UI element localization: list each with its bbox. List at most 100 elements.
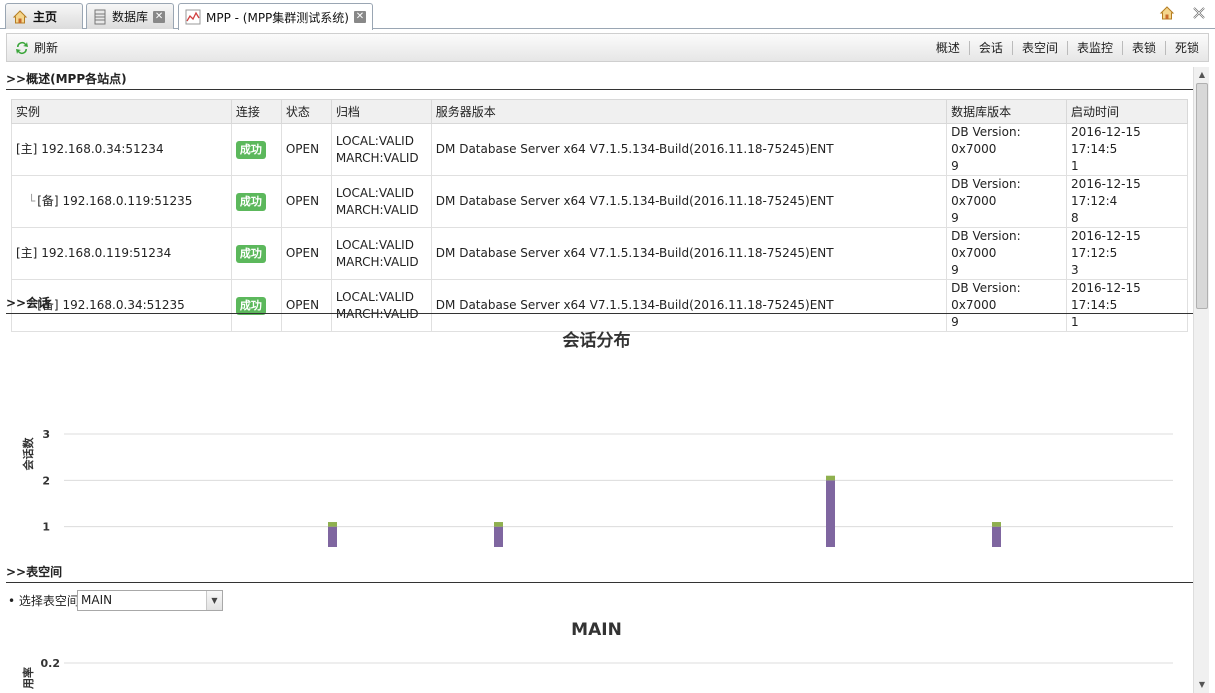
role-label: [主] [16,142,38,156]
nav-session[interactable]: 会话 [968,40,1012,55]
db-version-line2: 9 [951,263,959,277]
scroll-up-icon[interactable]: ▲ [1194,67,1210,83]
bar-segment [826,480,835,547]
instance-cell: [主] 192.168.0.119:51234 [11,227,232,280]
tab-mpp[interactable]: MPP - (MPP集群测试系统) ✕ [178,3,373,30]
y-tick-label: 0.2 [41,657,61,670]
col-start-time: 启动时间 [1066,99,1188,124]
status-cell: OPEN [280,227,332,280]
home-icon[interactable] [1159,5,1175,21]
refresh-icon [16,41,28,54]
start-time-line2: 8 [1071,211,1079,225]
y-axis-label: 会话数 [21,437,35,471]
tab-label: MPP - (MPP集群测试系统) [206,10,349,25]
tablespace-select-value: MAIN [81,593,113,607]
refresh-label: 刷新 [34,41,59,55]
archive-cell: LOCAL:VALID MARCH:VALID [330,227,432,280]
close-icon[interactable]: ✕ [153,10,166,23]
db-version-cell: DB Version: 0x7000 9 [946,123,1068,176]
bar-segment [992,526,1001,547]
start-time-line1: 2016-12-15 17:12:5 [1071,229,1141,260]
toolbar: 刷新 概述 会话 表空间 表监控 表锁 死锁 [6,33,1209,62]
overview-heading: >>概述(MPP各站点) [6,68,1193,90]
server-version-cell: DM Database Server x64 V7.1.5.134-Build(… [430,123,948,176]
content-area: >>概述(MPP各站点) 实例 连接 状态 归档 服务器版本 数据库版本 启动时… [0,67,1193,693]
nav-tablespace[interactable]: 表空间 [1011,40,1067,55]
role-label: [主] [16,246,38,260]
close-all-icon[interactable] [1191,5,1207,21]
tablespace-select-label: • 选择表空间 [8,594,79,608]
y-axis-label: 用率 [21,667,35,689]
database-icon [94,9,106,24]
instance-address: 192.168.0.119:51235 [62,194,193,208]
start-time-line1: 2016-12-15 17:14:5 [1071,125,1141,156]
start-time-cell: 2016-12-15 17:14:5 1 [1066,123,1188,176]
col-status: 状态 [280,99,332,124]
session-heading: >>会话 [6,292,1193,314]
connection-cell: 成功 [230,123,282,176]
status-cell: OPEN [280,123,332,176]
instance-cell: [主] 192.168.0.34:51234 [11,123,232,176]
home-icon [12,9,28,23]
db-version-line1: DB Version: 0x7000 [951,177,1021,208]
col-server-version: 服务器版本 [430,99,948,124]
chart-icon [185,9,201,25]
vertical-scrollbar[interactable]: ▲ ▼ [1193,67,1209,693]
tablespace-heading: >>表空间 [6,561,1193,583]
scroll-down-icon[interactable]: ▼ [1194,677,1210,693]
bar-segment [494,522,503,527]
start-time-line2: 3 [1071,263,1079,277]
y-tick-label: 2 [42,474,50,487]
col-instance: 实例 [11,99,232,124]
instance-cell: └ [备] 192.168.0.119:51235 [11,175,232,228]
start-time-line2: 1 [1071,159,1079,173]
status-badge: 成功 [235,244,266,263]
col-db-version: 数据库版本 [946,99,1068,124]
archive-cell: LOCAL:VALID MARCH:VALID [330,175,432,228]
tablespace-select[interactable]: MAIN ▼ [77,590,223,611]
tab-home[interactable]: 主页 [5,3,83,29]
close-icon[interactable]: ✕ [353,11,366,23]
db-version-line1: DB Version: 0x7000 [951,125,1021,156]
archive-march: MARCH:VALID [335,150,419,165]
db-version-cell: DB Version: 0x7000 9 [946,175,1068,228]
db-version-line1: DB Version: 0x7000 [951,229,1021,260]
archive-march: MARCH:VALID [335,254,419,269]
nav-deadlock[interactable]: 死锁 [1164,40,1208,55]
session-chart: 0123会话数站点主库未活动备库未活动主库活动备库活动 [21,428,1173,547]
nav-table-lock[interactable]: 表锁 [1121,40,1165,55]
table-row[interactable]: └ [备] 192.168.0.119:51235 成功 OPEN LOCAL:VALI… [11,175,1188,228]
status-cell: OPEN [280,175,332,228]
tab-label: 数据库 [112,10,149,24]
start-time-cell: 2016-12-15 17:12:5 3 [1066,227,1188,280]
instance-address: 192.168.0.34:51234 [41,142,164,156]
bar-segment [328,526,337,547]
connection-cell: 成功 [230,175,282,228]
y-tick-label: 1 [42,521,50,534]
nav-overview[interactable]: 概述 [927,41,969,55]
start-time-line1: 2016-12-15 17:12:4 [1071,177,1141,208]
status-badge: 成功 [235,192,266,211]
bar-segment [494,526,503,547]
section-nav: 概述 会话 表空间 表监控 表锁 死锁 [927,40,1208,55]
archive-local: LOCAL:VALID [335,237,414,252]
archive-local: LOCAL:VALID [335,133,414,148]
archive-local: LOCAL:VALID [335,185,414,200]
server-version-cell: DM Database Server x64 V7.1.5.134-Build(… [430,227,948,280]
tablespace-chart: 0.2 用率 [21,657,1173,689]
instance-address: 192.168.0.119:51234 [41,246,172,260]
archive-march: MARCH:VALID [335,202,419,217]
chevron-down-icon[interactable]: ▼ [206,591,222,610]
archive-cell: LOCAL:VALID MARCH:VALID [330,123,432,176]
tab-database[interactable]: 数据库 ✕ [86,3,174,29]
table-row[interactable]: [主] 192.168.0.119:51234 成功 OPEN LOCAL:VALID… [11,227,1188,280]
tab-bar: 主页 数据库 ✕ MPP - (MPP集群测试系统) ✕ [0,0,1215,30]
nav-table-monitor[interactable]: 表监控 [1066,40,1122,55]
role-label: [备] [37,194,59,208]
scroll-thumb[interactable] [1196,83,1208,309]
status-badge: 成功 [235,140,266,159]
tab-label: 主页 [33,10,58,24]
table-row[interactable]: [主] 192.168.0.34:51234 成功 OPEN LOCAL:VALID M… [11,123,1188,176]
bar-segment [826,475,835,481]
refresh-button[interactable]: 刷新 [14,39,58,56]
